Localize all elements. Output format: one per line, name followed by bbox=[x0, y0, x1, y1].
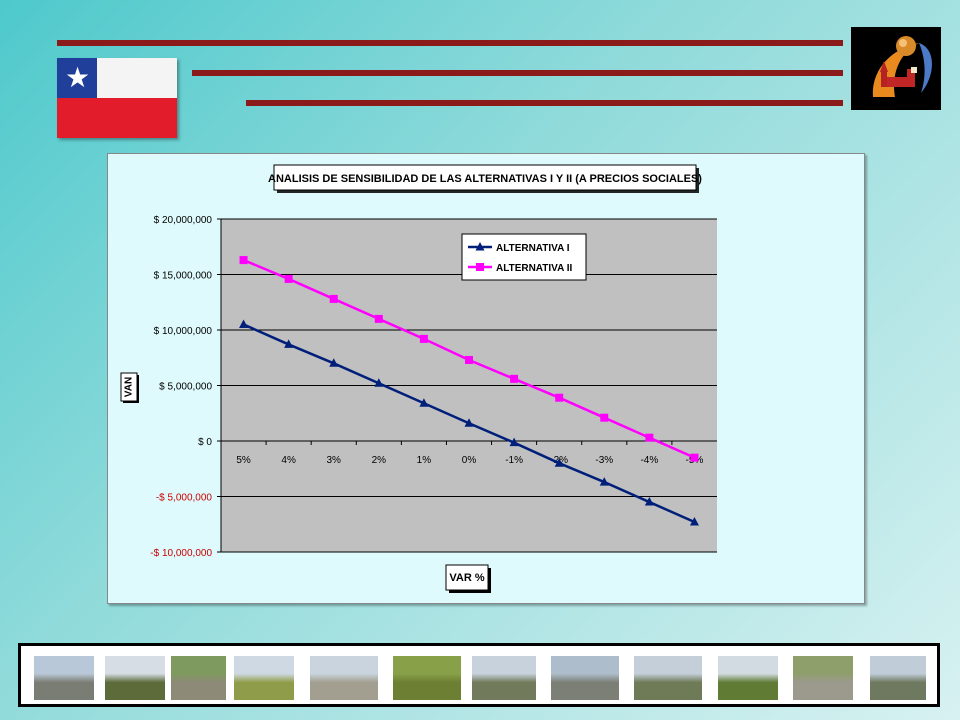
sensitivity-chart: $ 20,000,000 $ 15,000,000 $ 10,000,000 $ 5,… bbox=[120, 164, 717, 593]
y-axis-title-box: VAN bbox=[120, 372, 139, 403]
header-rule-bottom bbox=[246, 100, 843, 106]
data-point-alternativa-ii bbox=[465, 355, 473, 364]
data-point-alternativa-ii bbox=[510, 374, 519, 383]
data-point-alternativa-ii bbox=[645, 433, 654, 442]
data-point-alternativa-ii bbox=[329, 294, 338, 303]
y-axis-title: VAN bbox=[124, 377, 135, 397]
chart-frame: $ 20,000,000 $ 15,000,000 $ 10,000,000 $ 5,… bbox=[107, 153, 865, 604]
thumb-stones bbox=[793, 656, 853, 700]
x-tick-label: 2% bbox=[372, 455, 387, 466]
thumb-willow bbox=[718, 656, 778, 700]
x-tick-label: -3% bbox=[595, 455, 613, 466]
thumb-highway-bridge bbox=[551, 656, 619, 700]
data-point-alternativa-ii bbox=[419, 334, 428, 343]
x-axis-title-box: VAR % bbox=[445, 564, 491, 593]
header-rule-middle bbox=[192, 70, 843, 76]
thumb-bridge-stone bbox=[171, 656, 226, 700]
data-point-alternativa-ii bbox=[374, 314, 383, 323]
data-point-alternativa-ii bbox=[239, 256, 248, 265]
x-tick-label: 4% bbox=[281, 455, 296, 466]
legend-label: ALTERNATIVA II bbox=[496, 263, 573, 274]
y-tick-label: $ 15,000,000 bbox=[154, 271, 213, 282]
thumb-poplars bbox=[472, 656, 536, 700]
chart-title-box: ANALISIS DE SENSIBILIDAD DE LAS ALTERNAT… bbox=[268, 164, 702, 193]
y-tick-label: $ 0 bbox=[198, 437, 212, 448]
x-tick-label: 0% bbox=[462, 455, 477, 466]
x-tick-label: 1% bbox=[417, 455, 432, 466]
thumb-rubble bbox=[310, 656, 378, 700]
x-tick-label: -1% bbox=[505, 455, 523, 466]
legend: ALTERNATIVA I ALTERNATIVA II bbox=[461, 233, 587, 281]
chile-flag-icon: ★ bbox=[57, 58, 177, 138]
thumb-path bbox=[234, 656, 294, 700]
y-tick-label: $ 20,000,000 bbox=[154, 215, 213, 226]
thumb-channel bbox=[634, 656, 702, 700]
thumb-riverbed bbox=[34, 656, 94, 700]
x-tick-label: 3% bbox=[327, 455, 342, 466]
x-tick-label: 5% bbox=[236, 455, 251, 466]
legend-label: ALTERNATIVA I bbox=[496, 243, 570, 254]
data-point-alternativa-ii bbox=[690, 453, 699, 462]
y-tick-label: -$ 10,000,000 bbox=[150, 548, 212, 559]
thumb-river bbox=[870, 656, 926, 700]
thumb-trees bbox=[105, 656, 165, 700]
data-point-alternativa-ii bbox=[600, 413, 609, 422]
photo-thumbnail-strip bbox=[18, 643, 940, 707]
x-tick-label: -4% bbox=[640, 455, 658, 466]
y-tick-label: $ 10,000,000 bbox=[154, 326, 213, 337]
y-tick-label: -$ 5,000,000 bbox=[156, 493, 213, 504]
x-axis-title: VAR % bbox=[449, 572, 484, 584]
municipal-logo-icon bbox=[851, 27, 941, 110]
y-tick-label: $ 5,000,000 bbox=[159, 382, 212, 393]
legend-marker bbox=[476, 263, 484, 271]
chart-title: ANALISIS DE SENSIBILIDAD DE LAS ALTERNAT… bbox=[268, 173, 702, 185]
data-point-alternativa-ii bbox=[284, 274, 293, 283]
header-rule-top bbox=[57, 40, 843, 46]
thumb-grass bbox=[393, 656, 461, 700]
data-point-alternativa-ii bbox=[555, 393, 564, 402]
